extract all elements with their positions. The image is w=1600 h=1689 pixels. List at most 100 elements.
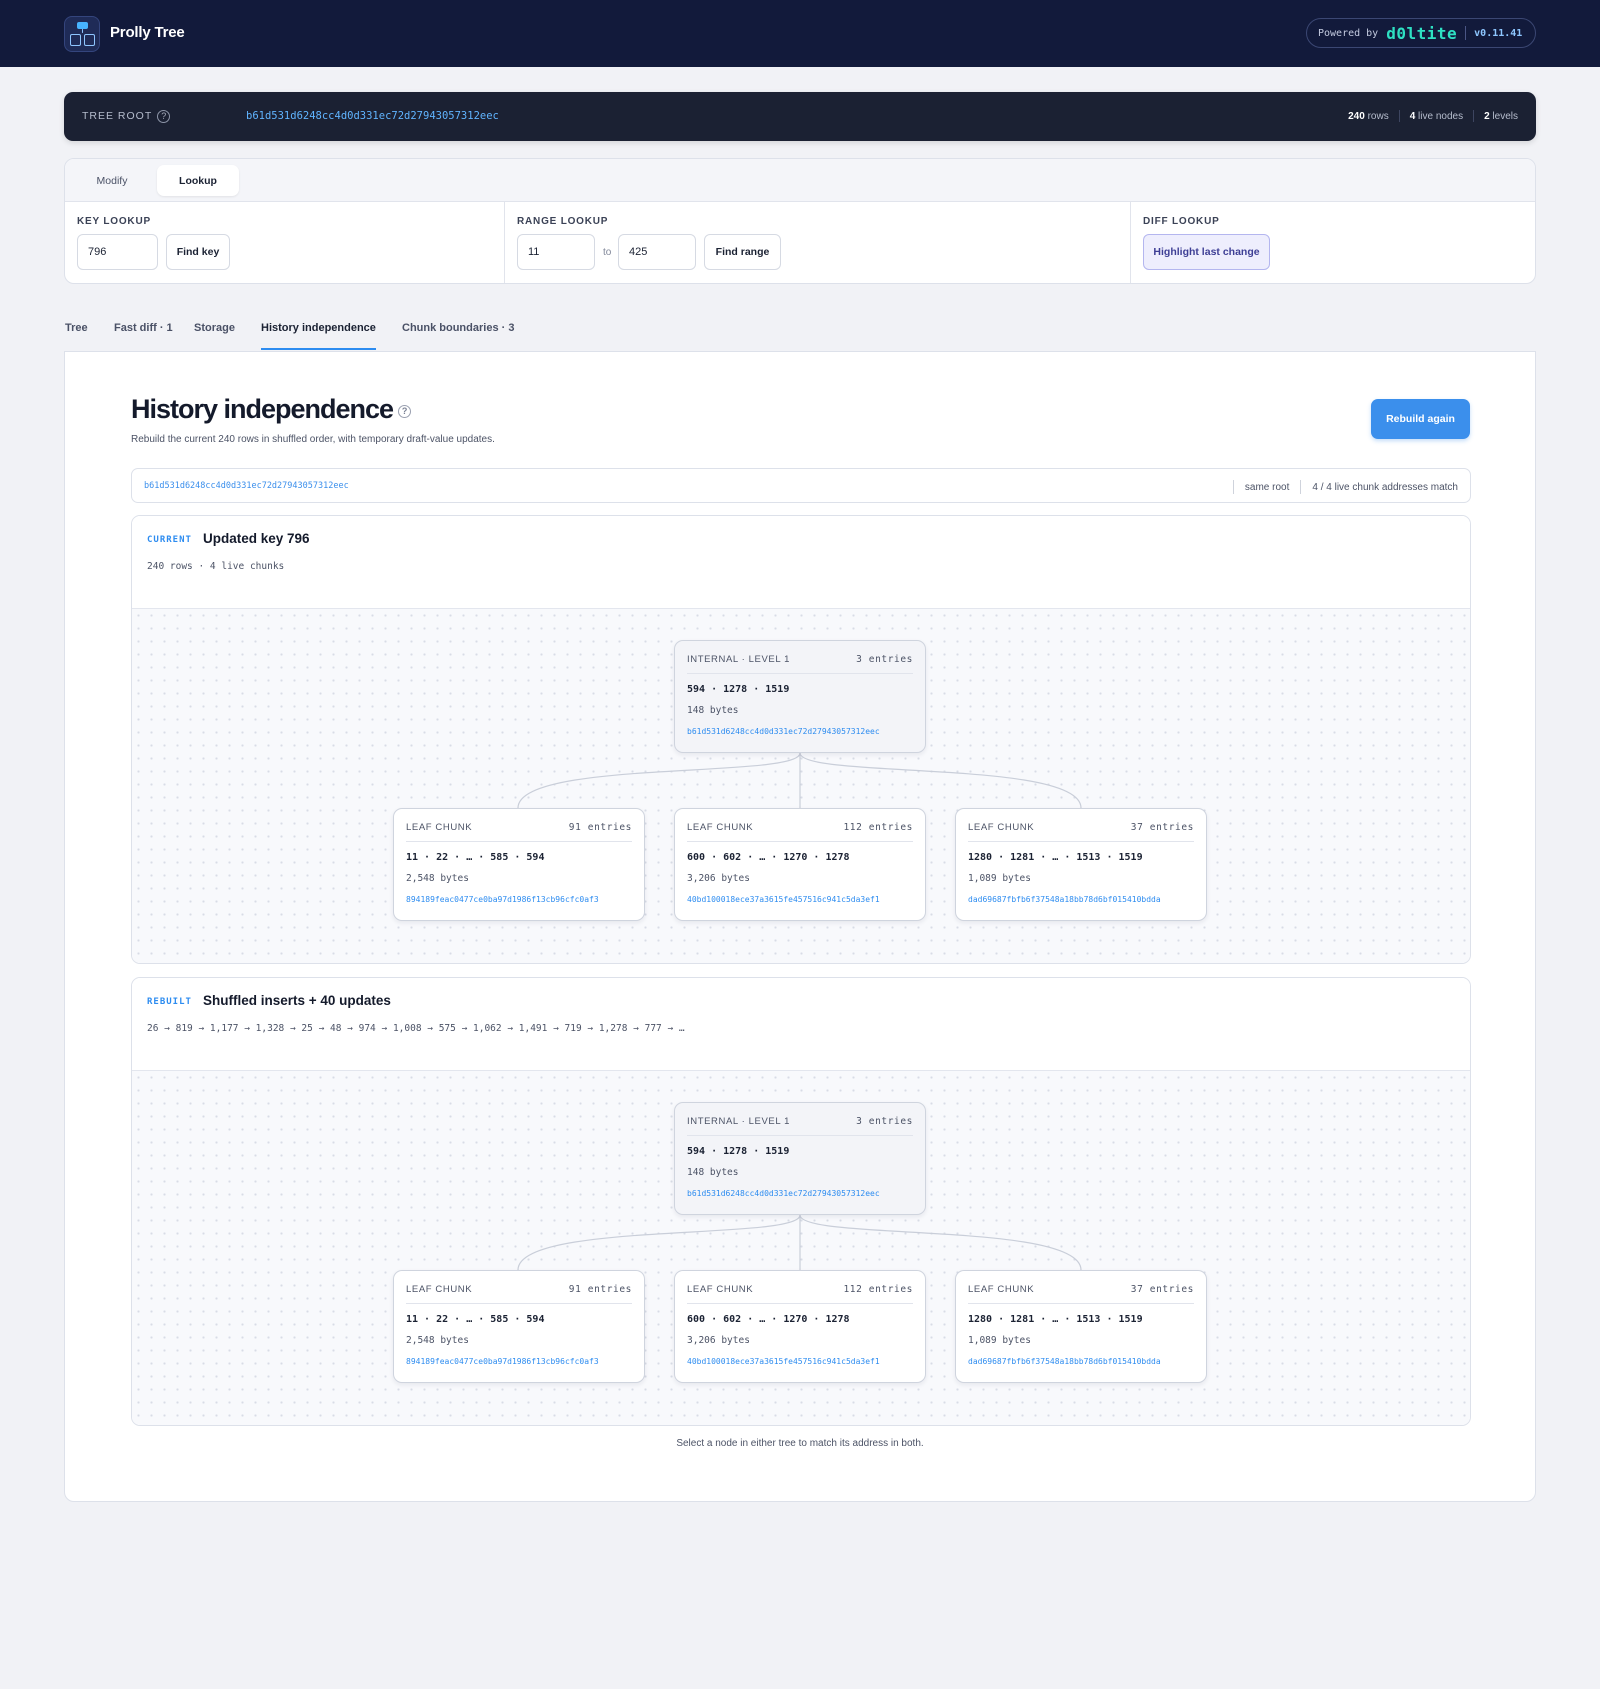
range-lookup-section: RANGE LOOKUP 11 to 425 Find range [505,202,1131,283]
node-kind: LEAF CHUNK [406,1284,473,1295]
node-bytes: 1,089 bytes [968,873,1031,884]
history-independence-panel: History independence? Rebuild the curren… [64,351,1536,1502]
divider [406,1303,632,1304]
find-range-button[interactable]: Find range [704,234,781,270]
section-title: KEY LOOKUP [77,216,151,227]
node-kind: LEAF CHUNK [406,822,473,833]
node-address: b61d531d6248cc4d0d331ec72d27943057312eec [687,727,880,736]
tree-meta: 240 rows · 4 live chunks [147,561,285,572]
node-entries: 37 entries [1130,1284,1194,1295]
tree-title: Updated key 796 [203,531,310,546]
link-line [517,752,801,809]
range-to-input[interactable]: 425 [618,234,696,270]
internal-node[interactable]: INTERNAL · LEVEL 1 3 entries 594 · 1278 … [674,640,926,753]
tab-history-independence[interactable]: History independence [261,322,376,334]
leaf-node[interactable]: LEAF CHUNK 37 entries 1280 · 1281 · … · … [955,1270,1207,1383]
node-kind: INTERNAL · LEVEL 1 [687,1116,791,1127]
divider [406,841,632,842]
node-entries: 91 entries [568,822,632,833]
node-entries: 112 entries [843,1284,913,1295]
range-to-label: to [603,247,612,258]
rebuilt-tree: REBUILT Shuffled inserts + 40 updates 26… [131,977,1471,1426]
tree-stats: 240 rows 4 live nodes 2 levels [1348,110,1518,122]
node-bytes: 3,206 bytes [687,1335,750,1346]
tab-lookup[interactable]: Lookup [157,165,239,196]
current-tree: CURRENT Updated key 796 240 rows · 4 liv… [131,515,1471,964]
dolt-logo: d0ltite [1386,23,1458,43]
divider [1300,480,1302,494]
link-line [517,1214,801,1271]
link-line [799,1214,1082,1271]
footer-hint: Select a node in either tree to match it… [676,1438,924,1449]
node-entries: 91 entries [568,1284,632,1295]
divider [687,1303,913,1304]
range-from-input[interactable]: 11 [517,234,595,270]
node-address: 894189feac0477ce0ba97d1986f13cb96cfc0af3 [406,1357,599,1366]
tree-header: REBUILT Shuffled inserts + 40 updates 26… [132,978,1470,1071]
lookup-panel: Modify Lookup KEY LOOKUP 796 Find key RA… [64,158,1536,284]
node-keys: 1280 · 1281 · … · 1513 · 1519 [968,1314,1143,1325]
node-bytes: 1,089 bytes [968,1335,1031,1346]
page-title: History independence? [131,394,412,425]
nodes-stat: 4 live nodes [1409,110,1464,122]
tab-modify[interactable]: Modify [72,165,152,196]
diff-lookup-section: DIFF LOOKUP Highlight last change [1131,202,1535,283]
active-tab-indicator [261,348,376,350]
node-kind: LEAF CHUNK [968,822,1035,833]
node-address: dad69687fbfb6f37548a18bb78d6bf015410bdda [968,895,1161,904]
match-summary: same root 4 / 4 live chunk addresses mat… [1232,480,1458,494]
tab-tree[interactable]: Tree [65,322,88,334]
divider [1465,26,1467,40]
divider [1473,110,1475,122]
tree-title: Shuffled inserts + 40 updates [203,993,391,1008]
key-lookup-section: KEY LOOKUP 796 Find key [65,202,505,283]
leaf-node[interactable]: LEAF CHUNK 37 entries 1280 · 1281 · … · … [955,808,1207,921]
tree-tag: REBUILT [147,997,192,1007]
node-bytes: 2,548 bytes [406,873,469,884]
node-keys: 600 · 602 · … · 1270 · 1278 [687,1314,850,1325]
leaf-node[interactable]: LEAF CHUNK 112 entries 600 · 602 · … · 1… [674,1270,926,1383]
help-icon[interactable]: ? [398,405,412,418]
tab-fast-diff[interactable]: Fast diff · 1 [114,322,173,334]
highlight-last-change-button[interactable]: Highlight last change [1143,234,1270,270]
tab-storage[interactable]: Storage [194,322,235,334]
node-entries: 3 entries [856,1116,913,1127]
node-keys: 594 · 1278 · 1519 [687,684,790,695]
divider [687,841,913,842]
node-kind: LEAF CHUNK [687,822,754,833]
powered-by-label: Powered by [1318,27,1379,39]
leaf-node[interactable]: LEAF CHUNK 91 entries 11 · 22 · … · 585 … [393,808,645,921]
tab-chunk-boundaries[interactable]: Chunk boundaries · 3 [402,322,514,334]
node-address: 40bd100018ece37a3615fe457516c941c5da3ef1 [687,1357,880,1366]
node-entries: 112 entries [843,822,913,833]
help-icon[interactable]: ? [157,110,171,123]
divider [968,1303,1194,1304]
rebuild-again-button[interactable]: Rebuild again [1371,399,1470,439]
tree-tag: CURRENT [147,535,192,545]
tree-logo-icon [64,16,100,52]
root-compare-bar: b61d531d6248cc4d0d331ec72d27943057312eec… [131,468,1471,503]
node-keys: 1280 · 1281 · … · 1513 · 1519 [968,852,1143,863]
same-root-label: same root [1244,481,1290,493]
link-line [799,752,1082,809]
leaf-node[interactable]: LEAF CHUNK 91 entries 11 · 22 · … · 585 … [393,1270,645,1383]
node-bytes: 2,548 bytes [406,1335,469,1346]
divider [1398,110,1400,122]
node-kind: INTERNAL · LEVEL 1 [687,654,791,665]
key-input[interactable]: 796 [77,234,158,270]
insert-sequence: 26 → 819 → 1,177 → 1,328 → 25 → 48 → 974… [147,1023,685,1034]
find-key-button[interactable]: Find key [166,234,230,270]
tree-header: CURRENT Updated key 796 240 rows · 4 liv… [132,516,1470,609]
divider [687,1135,913,1136]
powered-by-badge[interactable]: Powered by d0ltite v0.11.41 [1306,18,1536,48]
internal-node[interactable]: INTERNAL · LEVEL 1 3 entries 594 · 1278 … [674,1102,926,1215]
leaf-node[interactable]: LEAF CHUNK 112 entries 600 · 602 · … · 1… [674,808,926,921]
mode-tabs: Modify Lookup [65,159,1535,202]
tree-root-label: TREE ROOT? [82,110,171,123]
top-bar: Prolly Tree Powered by d0ltite v0.11.41 [0,0,1600,67]
rows-stat: 240 rows [1348,110,1389,122]
tree-root-hash: b61d531d6248cc4d0d331ec72d27943057312eec [246,110,499,122]
node-kind: LEAF CHUNK [968,1284,1035,1295]
version-label: v0.11.41 [1474,27,1523,39]
node-keys: 594 · 1278 · 1519 [687,1146,790,1157]
